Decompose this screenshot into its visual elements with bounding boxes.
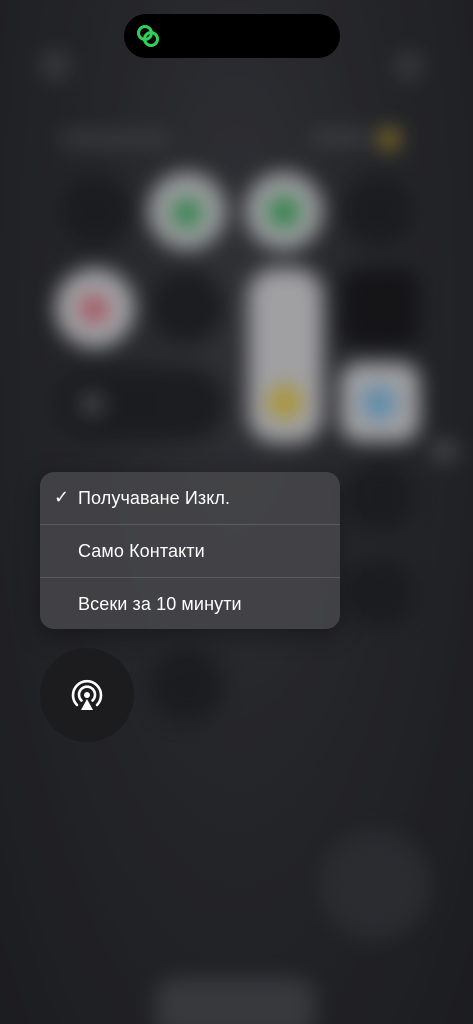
menu-item-everyone-10-minutes[interactable]: Всеки за 10 минути	[40, 577, 340, 629]
menu-item-contacts-only[interactable]: Само Контакти	[40, 524, 340, 577]
airdrop-options-menu: ✓ Получаване Изкл. Само Контакти Всеки з…	[40, 472, 340, 629]
link-icon	[137, 25, 159, 47]
airdrop-icon	[71, 679, 103, 710]
checkmark-icon: ✓	[54, 487, 70, 507]
airdrop-button[interactable]	[40, 648, 134, 742]
menu-item-label: Получаване Изкл.	[78, 487, 231, 508]
dynamic-island[interactable]	[124, 14, 340, 58]
menu-item-label: Всеки за 10 минути	[78, 593, 242, 614]
menu-item-receiving-off[interactable]: ✓ Получаване Изкл.	[40, 472, 340, 524]
menu-item-label: Само Контакти	[78, 540, 205, 561]
control-center-screen: ✓ Получаване Изкл. Само Контакти Всеки з…	[0, 0, 473, 1024]
